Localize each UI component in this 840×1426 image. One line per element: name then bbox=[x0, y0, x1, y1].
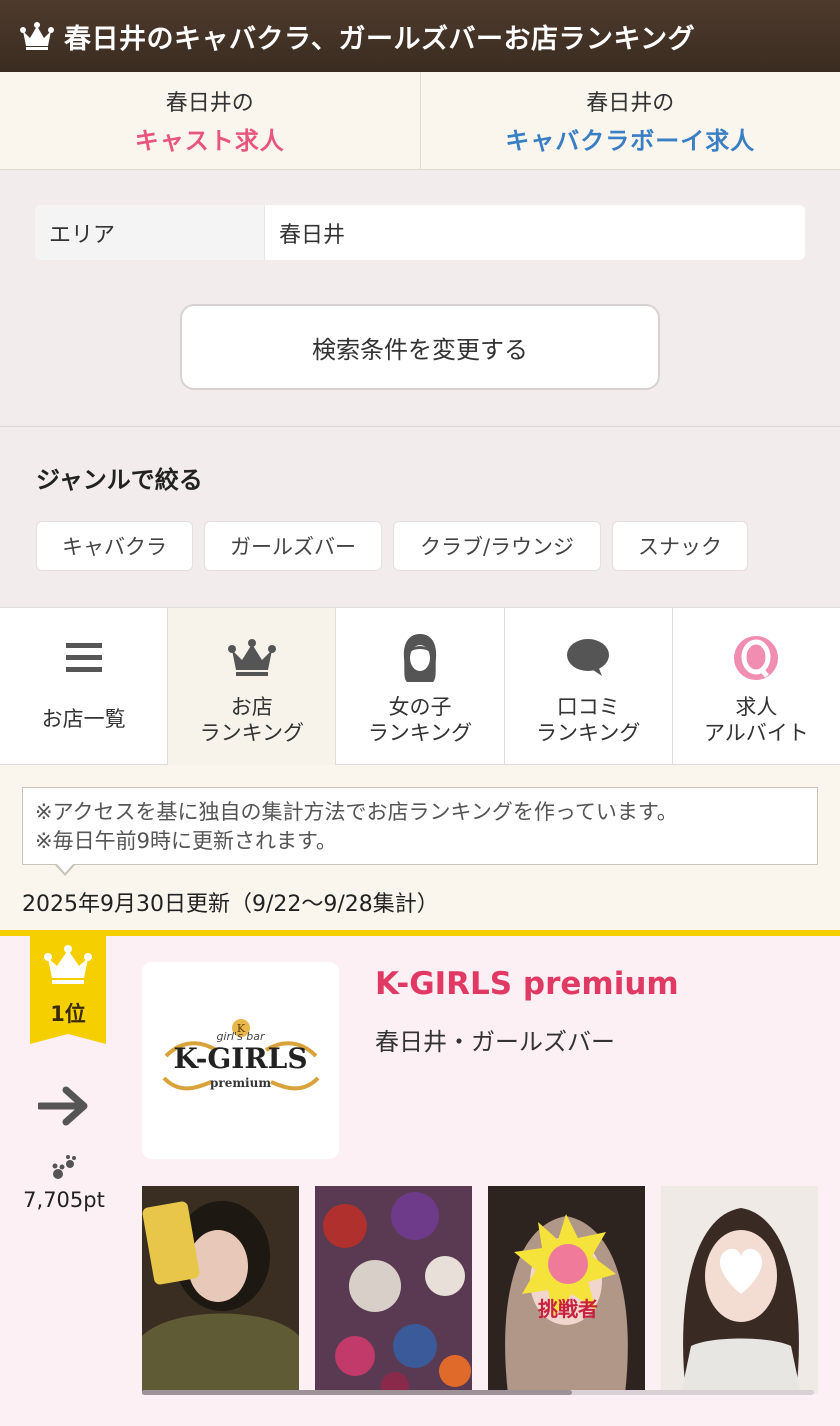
page-header: 春日井のキャバクラ、ガールズバーお店ランキング bbox=[0, 0, 840, 72]
tab-shop-ranking-label: お店 ランキング bbox=[199, 695, 304, 745]
cast-recruit-link[interactable]: 春日井の キャスト求人 bbox=[0, 72, 420, 169]
ranking-notice: ※アクセスを基に独自の集計方法でお店ランキングを作っています。 ※毎日午前9時に… bbox=[22, 787, 818, 865]
notice-tail-inner bbox=[56, 863, 74, 873]
divider bbox=[0, 426, 840, 427]
tab-girl-ranking[interactable]: 女の子 ランキング bbox=[336, 608, 505, 765]
genre-girls-bar[interactable]: ガールズバー bbox=[204, 521, 382, 571]
q-icon bbox=[734, 636, 779, 680]
right-arrow-icon bbox=[38, 1086, 88, 1126]
paw-icon bbox=[52, 1155, 76, 1179]
speech-bubble-icon bbox=[567, 639, 610, 676]
ranking-nav: お店一覧 お店 ランキング 女の子 ランキング 口コミ ランキング 求人 アルバ… bbox=[0, 607, 840, 765]
job-tabs: 春日井の キャスト求人 春日井の キャバクラボーイ求人 bbox=[0, 72, 840, 170]
challenger-badge-text: 挑戦者 bbox=[538, 1297, 598, 1321]
cast-recruit-line2: キャスト求人 bbox=[134, 127, 285, 155]
cast-recruit-line1: 春日井の bbox=[165, 91, 254, 116]
boy-recruit-line2: キャバクラボーイ求人 bbox=[505, 127, 756, 155]
genre-cabaret[interactable]: キャバクラ bbox=[36, 521, 193, 571]
tab-review-ranking[interactable]: 口コミ ランキング bbox=[504, 608, 673, 765]
tab-shop-list-label: お店一覧 bbox=[41, 707, 126, 731]
page-title: 春日井のキャバクラ、ガールズバーお店ランキング bbox=[64, 23, 696, 55]
tab-job-recruit-label: 求人 アルバイト bbox=[704, 695, 809, 745]
girl-photo-4[interactable] bbox=[661, 1186, 818, 1394]
tab-shop-ranking[interactable]: お店 ランキング bbox=[168, 608, 337, 765]
logo-bottom-text: premium bbox=[209, 1076, 272, 1090]
boy-recruit-line1: 春日井の bbox=[586, 91, 675, 116]
shop-logo[interactable]: K girl's bar K-GIRLS premium bbox=[142, 962, 339, 1159]
genre-title: ジャンルで絞る bbox=[36, 466, 203, 494]
notice-line-1: ※アクセスを基に独自の集計方法でお店ランキングを作っています。 bbox=[35, 800, 678, 824]
girl-photo-2[interactable] bbox=[315, 1186, 472, 1394]
notice-line-2: ※毎日午前9時に更新されます。 bbox=[35, 829, 337, 853]
logo-main-text: K-GIRLS bbox=[173, 1042, 308, 1075]
genre-snack[interactable]: スナック bbox=[612, 521, 748, 571]
updated-date: 2025年9月30日更新（9/22〜9/28集計） bbox=[22, 892, 439, 917]
girl-photo-1[interactable] bbox=[142, 1186, 299, 1394]
area-label: エリア bbox=[35, 205, 265, 260]
tab-shop-list[interactable]: お店一覧 bbox=[0, 608, 169, 765]
list-icon bbox=[65, 643, 102, 672]
girl-icon bbox=[403, 634, 437, 682]
genre-list: キャバクラ ガールズバー クラブ/ラウンジ スナック bbox=[36, 521, 748, 571]
boy-recruit-link[interactable]: 春日井の キャバクラボーイ求人 bbox=[419, 72, 840, 169]
genre-club-lounge[interactable]: クラブ/ラウンジ bbox=[393, 521, 601, 571]
photo-strip: 挑戦者 bbox=[142, 1186, 818, 1394]
photo-scroll-thumb[interactable] bbox=[142, 1390, 572, 1395]
shop-subtitle: 春日井・ガールズバー bbox=[375, 1028, 615, 1056]
change-search-button[interactable]: 検索条件を変更する bbox=[180, 304, 660, 390]
crown-icon bbox=[227, 639, 276, 676]
tab-review-ranking-label: 口コミ ランキング bbox=[536, 695, 641, 745]
area-value[interactable]: 春日井 bbox=[265, 205, 805, 260]
ranking-points: 7,705pt bbox=[23, 1188, 105, 1212]
tab-job-recruit[interactable]: 求人 アルバイト bbox=[672, 608, 840, 765]
girl-photo-3[interactable]: 挑戦者 bbox=[488, 1186, 645, 1394]
shop-name[interactable]: K-GIRLS premium bbox=[375, 966, 679, 1002]
crown-icon bbox=[20, 22, 54, 50]
area-row[interactable]: エリア 春日井 bbox=[35, 205, 805, 260]
tab-girl-ranking-label: 女の子 ランキング bbox=[367, 695, 473, 745]
rank-label: 1位 bbox=[50, 1002, 86, 1026]
